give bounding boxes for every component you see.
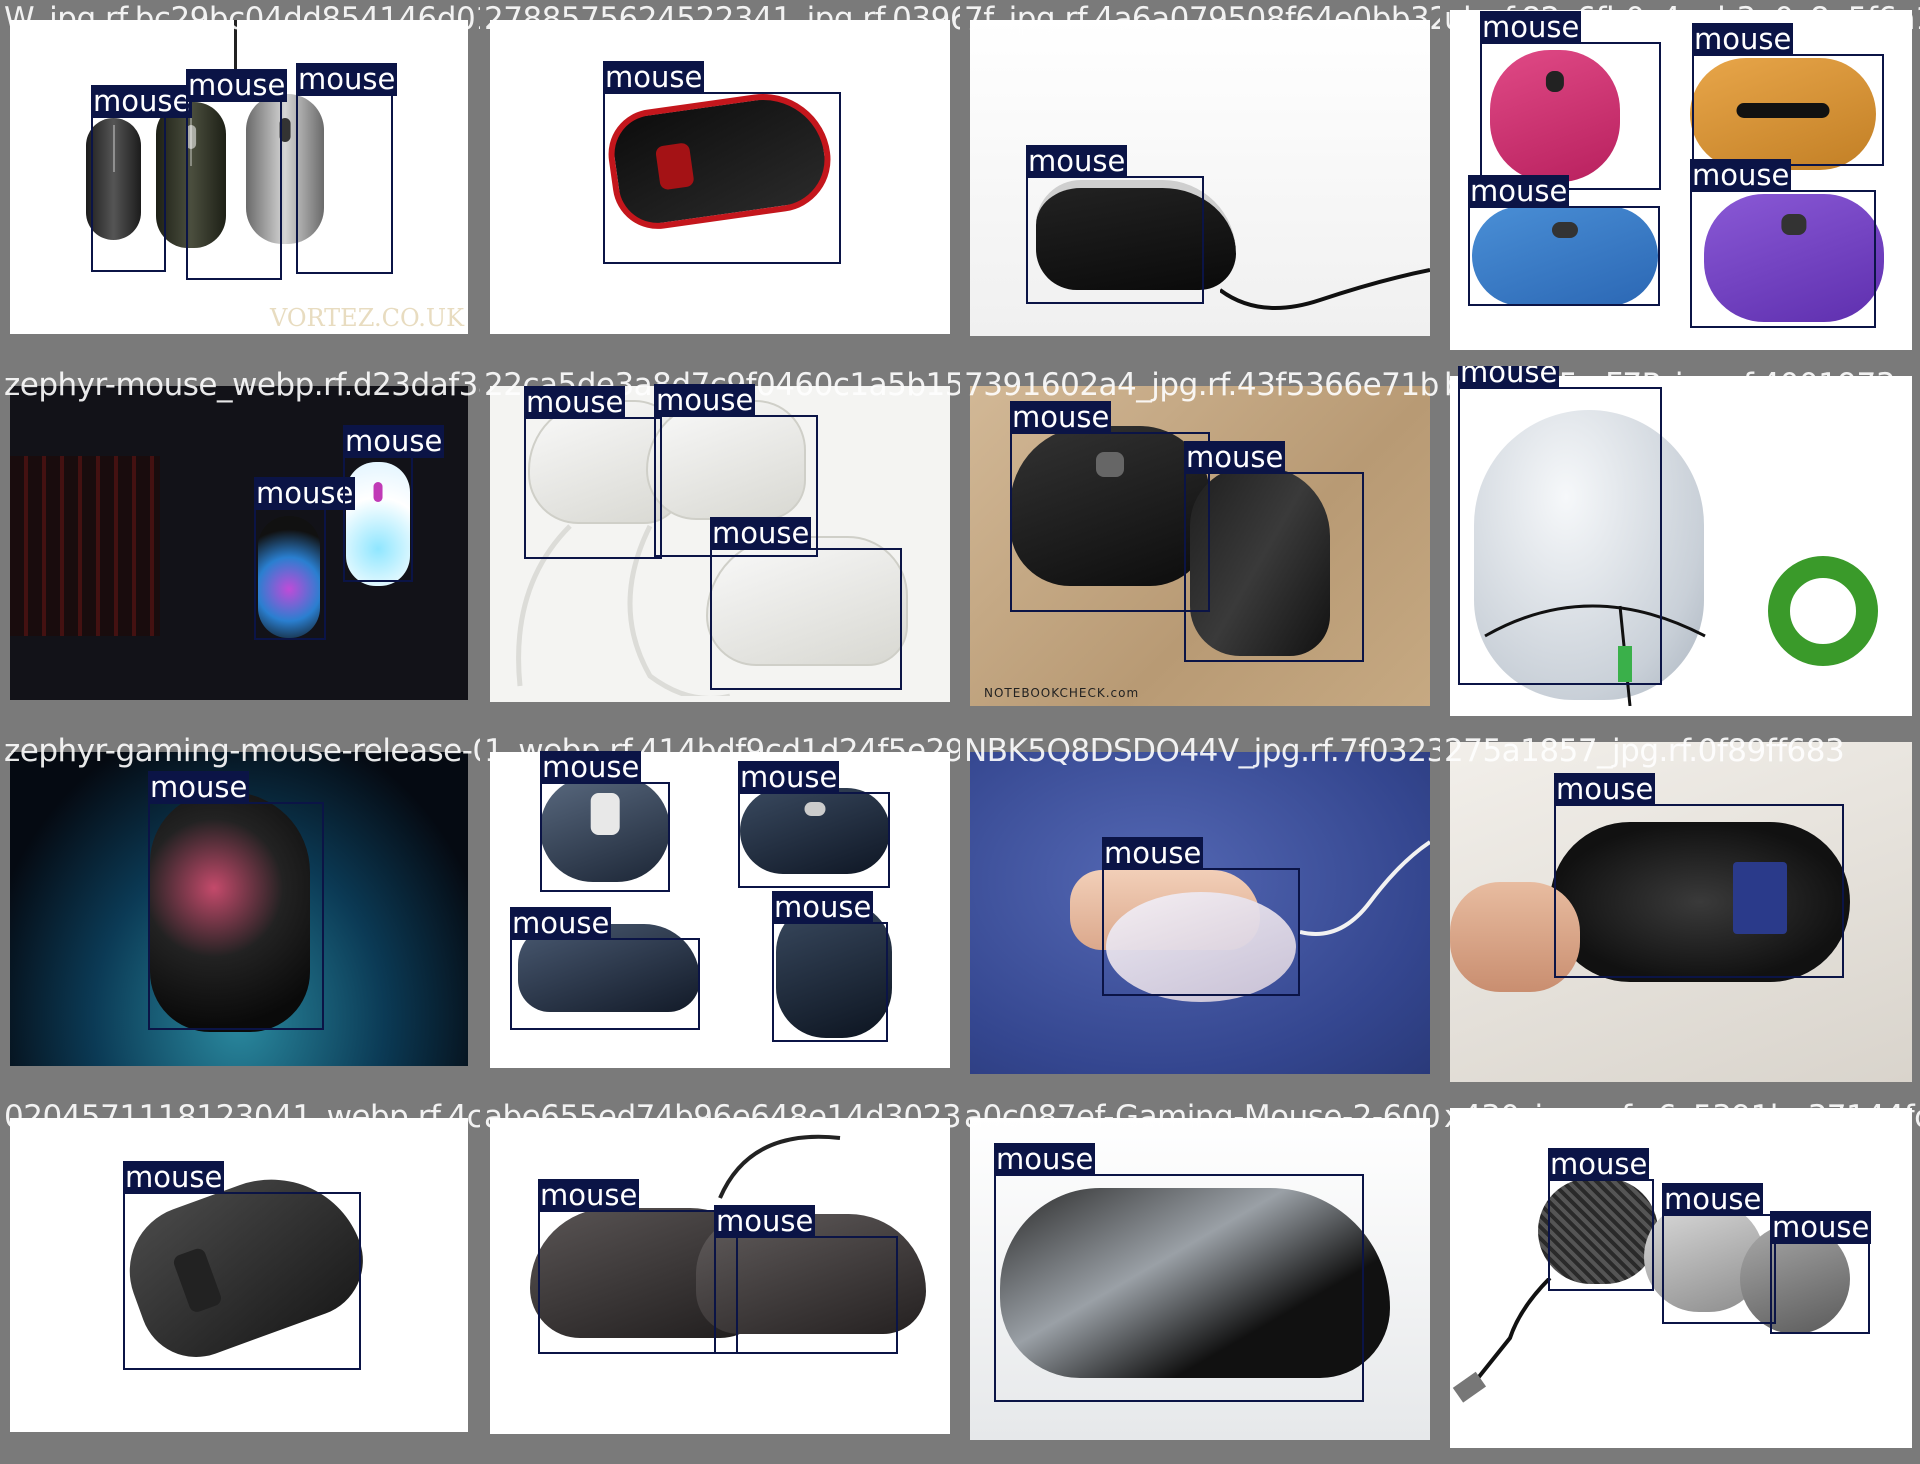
- image-tile[interactable]: a0c087ef-Gaming-Mouse-2-600x430_jpeg.rf …: [960, 1098, 1440, 1464]
- detection-label: mouse: [772, 890, 874, 924]
- tile-filename: zephyr-mouse_webp.rf.d23daf3a22a5de3a8d7…: [4, 367, 480, 403]
- keyboard-image: [10, 456, 160, 636]
- detection-label: mouse: [1690, 158, 1792, 192]
- image-tile[interactable]: 0204571118123041_webp.rf.4ccfabe655ed74b…: [0, 1098, 480, 1464]
- detection-label: mouse: [738, 760, 840, 794]
- detection-label: mouse: [1026, 144, 1128, 178]
- detection-box[interactable]: mouse: [524, 386, 662, 559]
- detection-label: mouse: [1692, 22, 1794, 56]
- detection-box[interactable]: mouse: [714, 1205, 898, 1354]
- key-image: [1768, 556, 1878, 666]
- detection-box[interactable]: mouse: [91, 85, 193, 272]
- tile-filename: NBK5Q8DSDO44V_jpg.rf.7f032339275a1857: [964, 733, 1440, 769]
- mosaic-grid: VORTEZ.CO.UK W_jpg.rf.bc29bc04dd854146d0…: [0, 0, 1920, 1464]
- detection-box[interactable]: mouse: [1770, 1211, 1872, 1334]
- detection-box[interactable]: mouse: [1548, 1148, 1654, 1291]
- watermark: NOTEBOOKCHECK.com: [984, 686, 1140, 700]
- detection-box[interactable]: mouse: [510, 907, 700, 1030]
- detection-label: mouse: [1010, 400, 1112, 434]
- image-tile[interactable]: abe655ed74b96e648e14d30239a0c087ef7e mou…: [480, 1098, 960, 1464]
- detection-box[interactable]: mouse: [254, 477, 356, 640]
- detection-box[interactable]: mouse: [772, 891, 888, 1042]
- image-tile[interactable]: 22ca5de3a8d7c9f0460c1a5b1514a7391 mouse …: [480, 366, 960, 732]
- detection-label: mouse: [254, 476, 356, 510]
- mouse-cable: [1452, 1278, 1552, 1403]
- detection-label: mouse: [1662, 1182, 1764, 1216]
- detection-label: mouse: [603, 60, 705, 94]
- tile-filename: x430_jpeg.rf.a6c5391be37144fc8: [1444, 1099, 1920, 1135]
- detection-box[interactable]: mouse: [1468, 175, 1660, 306]
- image-tile[interactable]: x430_jpeg.rf.a6c5391be37144fc8 mouse mou…: [1440, 1098, 1920, 1464]
- detection-label: mouse: [994, 1142, 1096, 1176]
- detection-box[interactable]: mouse: [1480, 11, 1661, 190]
- mouse-cable: [1300, 840, 1430, 936]
- detection-box[interactable]: mouse: [540, 751, 670, 892]
- tile-filename: 7f_jpg.rf.4a6a079508f64e0bb32c4a5781a49: [964, 1, 1440, 37]
- image-tile[interactable]: zephyr-gaming-mouse-release-031_webp.rf.…: [0, 732, 480, 1098]
- tile-filename: zephyr-gaming-mouse-release-031_webp.rf.…: [4, 733, 480, 769]
- detection-label: mouse: [148, 770, 250, 804]
- image-tile[interactable]: ub.rf.82c6fb0c4aab3e0c8e5f6a13-computer-…: [1440, 0, 1920, 366]
- detection-box[interactable]: mouse: [603, 61, 841, 264]
- detection-label: mouse: [1554, 772, 1656, 806]
- detection-box[interactable]: mouse: [1690, 159, 1876, 328]
- detection-label: mouse: [1548, 1147, 1650, 1181]
- detection-box[interactable]: mouse: [186, 69, 288, 280]
- detection-label: mouse: [186, 68, 288, 102]
- tile-filename: abe655ed74b96e648e14d30239a0c087ef7e: [484, 1099, 960, 1135]
- detection-box[interactable]: mouse: [1458, 366, 1662, 685]
- detection-label: mouse: [1102, 836, 1204, 870]
- detection-box[interactable]: mouse: [1662, 1183, 1776, 1324]
- detection-label: mouse: [123, 1160, 225, 1194]
- detection-label: mouse: [296, 62, 398, 96]
- detection-label: mouse: [343, 424, 445, 458]
- image-tile[interactable]: NOTEBOOKCHECK.com 7391602a4_jpg.rf.43f53…: [960, 366, 1440, 732]
- detection-label: mouse: [714, 1204, 816, 1238]
- detection-box[interactable]: mouse: [738, 761, 890, 888]
- tile-filename: 275a1857_jpg.rf.0f89ff683: [1444, 733, 1845, 769]
- detection-label: mouse: [1458, 366, 1560, 389]
- detection-box[interactable]: mouse: [994, 1143, 1364, 1402]
- image-tile[interactable]: 2788575624522341_jpg.rf.03964714d621454 …: [480, 0, 960, 366]
- detection-label: mouse: [524, 385, 626, 419]
- detection-box[interactable]: mouse: [343, 425, 445, 582]
- detection-box[interactable]: mouse: [1184, 441, 1364, 662]
- detection-label: mouse: [540, 750, 642, 784]
- detection-box[interactable]: mouse: [1554, 773, 1844, 978]
- tile-filename: 7391602a4_jpg.rf.43f5366e71b8: [964, 367, 1440, 403]
- detection-box[interactable]: mouse: [296, 63, 398, 274]
- detection-label: mouse: [1184, 440, 1286, 474]
- tile-filename: W_jpg.rf.bc29bc04dd854146d018237e5756c5d: [4, 1, 480, 37]
- detection-box[interactable]: mouse: [1026, 145, 1204, 304]
- watermark: VORTEZ.CO.UK: [269, 304, 464, 332]
- image-tile[interactable]: zephyr-mouse_webp.rf.d23daf3a22a5de3a8d7…: [0, 366, 480, 732]
- mouse-cable: [1220, 268, 1430, 310]
- image-tile[interactable]: 7f_jpg.rf.4a6a079508f64e0bb32c4a5781a49 …: [960, 0, 1440, 366]
- detection-label: mouse: [1770, 1210, 1872, 1244]
- image-tile[interactable]: b8523e5c-F7P_jpg.rf.4001973 mouse: [1440, 366, 1920, 732]
- detection-box[interactable]: mouse: [538, 1179, 738, 1354]
- detection-box[interactable]: mouse: [1010, 401, 1210, 612]
- detection-box[interactable]: mouse: [1102, 837, 1300, 996]
- detection-box[interactable]: mouse: [710, 517, 902, 690]
- detection-box[interactable]: mouse: [148, 771, 324, 1030]
- tile-filename: 2788575624522341_jpg.rf.03964714d621454: [484, 1, 960, 37]
- tile-filename: a0c087ef-Gaming-Mouse-2-600x430_jpeg.rf: [964, 1099, 1440, 1135]
- image-tile[interactable]: 275a1857_jpg.rf.0f89ff683 mouse: [1440, 732, 1920, 1098]
- detection-box[interactable]: mouse: [123, 1161, 361, 1370]
- detection-box[interactable]: mouse: [1692, 23, 1884, 166]
- detection-label: mouse: [1480, 10, 1582, 44]
- detection-label: mouse: [538, 1178, 640, 1212]
- detection-label: mouse: [1468, 174, 1570, 208]
- image-tile[interactable]: 1_webp.rf.414bdf9cd1d24f5e296NBK5Q8DSD m…: [480, 732, 960, 1098]
- image-tile[interactable]: NBK5Q8DSDO44V_jpg.rf.7f032339275a1857 mo…: [960, 732, 1440, 1098]
- detection-label: mouse: [654, 383, 756, 417]
- detection-label: mouse: [91, 84, 193, 118]
- tile-filename: 0204571118123041_webp.rf.4ccfabe655ed74b…: [4, 1099, 480, 1135]
- detection-label: mouse: [710, 516, 812, 550]
- detection-label: mouse: [510, 906, 612, 940]
- image-tile[interactable]: VORTEZ.CO.UK W_jpg.rf.bc29bc04dd854146d0…: [0, 0, 480, 366]
